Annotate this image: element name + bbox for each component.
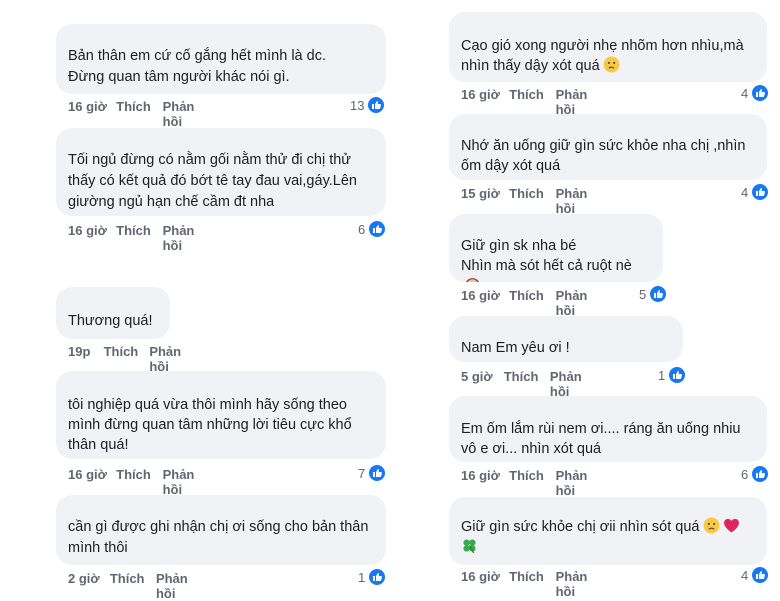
reaction-number: 6 bbox=[358, 221, 366, 237]
like-link[interactable]: Thích bbox=[116, 467, 162, 497]
like-link[interactable]: Thích bbox=[504, 369, 550, 399]
reply-link[interactable]: Phản hồi bbox=[156, 571, 203, 601]
reaction-count[interactable]: 1 bbox=[658, 367, 686, 383]
comment-text: tôi nghiệp quá vừa thôi mình hãy sống th… bbox=[56, 371, 386, 459]
reaction-count[interactable]: 5 bbox=[639, 286, 667, 302]
reaction-count[interactable]: 6 bbox=[358, 221, 386, 237]
comment-time[interactable]: 2 giờ bbox=[68, 571, 110, 601]
reaction-number: 6 bbox=[741, 466, 749, 482]
reply-link[interactable]: Phản hồi bbox=[556, 468, 603, 498]
reaction-number: 4 bbox=[741, 184, 749, 200]
reaction-count[interactable]: 1 bbox=[358, 569, 386, 585]
reply-link[interactable]: Phản hồi bbox=[550, 369, 597, 399]
comment-time[interactable]: 16 giờ bbox=[68, 223, 116, 253]
comment-time[interactable]: 16 giờ bbox=[68, 467, 116, 497]
like-link[interactable]: Thích bbox=[116, 223, 162, 253]
reply-link[interactable]: Phản hồi bbox=[163, 99, 210, 129]
comment-text: Thương quá! bbox=[56, 287, 170, 339]
reply-link[interactable]: Phản hồi bbox=[556, 288, 603, 318]
like-link[interactable]: Thích bbox=[104, 344, 150, 374]
reaction-count[interactable]: 13 bbox=[350, 97, 385, 113]
crying-face-icon bbox=[703, 517, 719, 534]
like-link[interactable]: Thích bbox=[116, 99, 162, 129]
like-icon bbox=[369, 465, 386, 481]
reply-link[interactable]: Phản hồi bbox=[556, 186, 603, 216]
like-link[interactable]: Thích bbox=[509, 87, 555, 117]
comment-text: Giữ gìn sk nha bé Nhìn mà sót hết cả ruộ… bbox=[449, 214, 663, 282]
comment-text: cần gì được ghi nhận chị ơi sống cho bản… bbox=[56, 495, 386, 565]
crying-face-icon bbox=[603, 56, 620, 73]
facepalm-icon bbox=[466, 278, 479, 282]
red-heart-icon bbox=[723, 518, 739, 533]
reaction-number: 1 bbox=[358, 569, 366, 585]
comment-time[interactable]: 16 giờ bbox=[461, 288, 509, 318]
reaction-number: 4 bbox=[741, 85, 749, 101]
comment-text: Nhớ ăn uống giữ gìn sức khỏe nha chị ,nh… bbox=[449, 114, 767, 180]
comment-text: Bản thân em cứ cố gắng hết mình là dc. Đ… bbox=[56, 24, 386, 94]
comment-text-content: Giữ gìn sk nha bé Nhìn mà sót hết cả ruộ… bbox=[461, 238, 632, 274]
reaction-number: 13 bbox=[350, 97, 365, 113]
comment-text: Tối ngủ đừng có nằm gối nằm thử đi chị t… bbox=[56, 128, 386, 216]
like-icon bbox=[650, 286, 667, 302]
comment-text: Nam Em yêu ơi ! bbox=[449, 316, 683, 362]
like-link[interactable]: Thích bbox=[509, 569, 555, 599]
reaction-count[interactable]: 7 bbox=[358, 465, 386, 481]
comment-text: Giữ gìn sức khỏe chị ơii nhìn sót quá bbox=[449, 497, 767, 565]
like-link[interactable]: Thích bbox=[509, 468, 555, 498]
like-icon bbox=[752, 184, 769, 200]
like-icon bbox=[752, 466, 769, 482]
like-icon bbox=[369, 569, 386, 585]
comment-time[interactable]: 19p bbox=[68, 344, 104, 374]
comment-text-content: Giữ gìn sức khỏe chị ơii nhìn sót quá bbox=[461, 519, 700, 535]
comment-time[interactable]: 15 giờ bbox=[461, 186, 509, 216]
like-icon bbox=[368, 97, 385, 113]
comment-text: Cạo gió xong người nhẹ nhõm hơn nhìu,mà … bbox=[449, 12, 767, 82]
reply-link[interactable]: Phản hồi bbox=[163, 467, 210, 497]
like-icon bbox=[752, 567, 769, 583]
four-leaf-clover-icon bbox=[463, 539, 476, 554]
reaction-count[interactable]: 4 bbox=[741, 567, 769, 583]
reaction-number: 5 bbox=[639, 286, 647, 302]
like-link[interactable]: Thích bbox=[509, 186, 555, 216]
reaction-number: 1 bbox=[658, 367, 666, 383]
reply-link[interactable]: Phản hồi bbox=[149, 344, 195, 374]
reaction-number: 7 bbox=[358, 465, 366, 481]
comment-time[interactable]: 16 giờ bbox=[68, 99, 116, 129]
comment-time[interactable]: 16 giờ bbox=[461, 87, 509, 117]
like-link[interactable]: Thích bbox=[509, 288, 555, 318]
reply-link[interactable]: Phản hồi bbox=[163, 223, 210, 253]
reaction-count[interactable]: 4 bbox=[741, 184, 769, 200]
comment-time[interactable]: 16 giờ bbox=[461, 468, 509, 498]
like-icon bbox=[669, 367, 686, 383]
reaction-count[interactable]: 6 bbox=[741, 466, 769, 482]
comment-text: Em ốm lắm rùi nem ơi.... ráng ăn uống nh… bbox=[449, 396, 767, 462]
reaction-number: 4 bbox=[741, 567, 749, 583]
reply-link[interactable]: Phản hồi bbox=[556, 87, 603, 117]
like-icon bbox=[369, 221, 386, 237]
like-icon bbox=[752, 85, 769, 101]
reaction-count[interactable]: 4 bbox=[741, 85, 769, 101]
like-link[interactable]: Thích bbox=[110, 571, 156, 601]
comment-time[interactable]: 5 giờ bbox=[461, 369, 504, 399]
comment-time[interactable]: 16 giờ bbox=[461, 569, 509, 599]
reply-link[interactable]: Phản hồi bbox=[556, 569, 603, 599]
